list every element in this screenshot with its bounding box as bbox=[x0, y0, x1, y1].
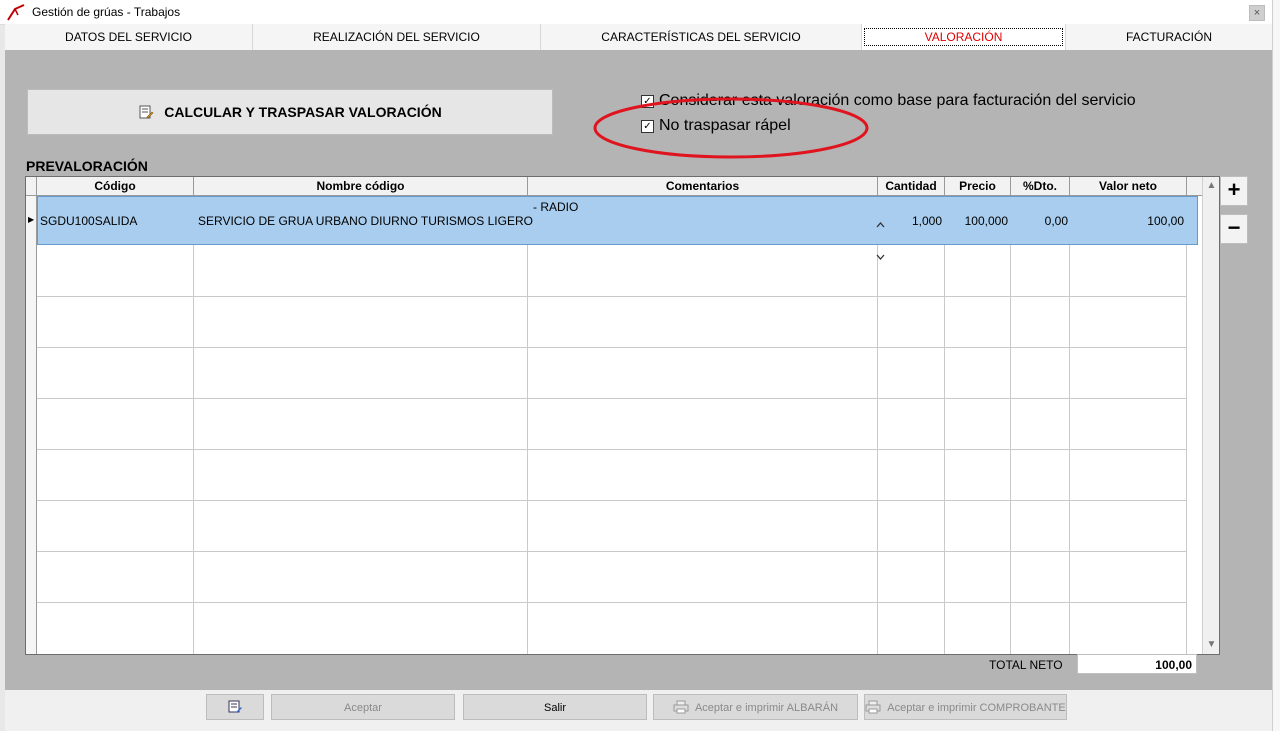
column-header-codigo[interactable]: Código bbox=[37, 177, 194, 196]
remove-row-button[interactable]: − bbox=[1220, 214, 1248, 244]
cell-codigo[interactable]: SGDU100SALIDA bbox=[40, 214, 137, 228]
total-neto-label: TOTAL NETO bbox=[989, 658, 1063, 672]
salir-button[interactable]: Salir bbox=[463, 694, 647, 720]
cell-cantidad[interactable]: 1,000 bbox=[879, 214, 942, 228]
printer-icon bbox=[673, 700, 689, 714]
grid-corner bbox=[26, 177, 37, 196]
total-neto-value: 100,00 bbox=[1077, 654, 1197, 674]
column-header-precio[interactable]: Precio bbox=[945, 177, 1011, 196]
tab-facturacion[interactable]: FACTURACIÓN bbox=[1066, 24, 1272, 50]
column-header-dto[interactable]: %Dto. bbox=[1011, 177, 1070, 196]
printer-icon bbox=[865, 700, 881, 714]
cell-valor-neto[interactable]: 100,00 bbox=[1070, 214, 1184, 228]
column-header-filler bbox=[1187, 177, 1202, 196]
prevaloracion-grid[interactable]: Código Nombre código Comentarios Cantida… bbox=[25, 176, 1220, 655]
edit-document-icon bbox=[228, 700, 242, 713]
scroll-down-icon[interactable]: ▼ bbox=[1203, 636, 1219, 653]
crane-app-icon bbox=[7, 4, 25, 21]
cell-nombre[interactable]: SERVICIO DE GRUA URBANO DIURNO TURISMOS … bbox=[198, 214, 533, 228]
tab-realizacion-servicio[interactable]: REALIZACIÓN DEL SERVICIO bbox=[253, 24, 541, 50]
window-title: Gestión de grúas - Trabajos bbox=[32, 5, 181, 19]
tab-label: DATOS DEL SERVICIO bbox=[65, 30, 192, 44]
column-header-cantidad[interactable]: Cantidad bbox=[878, 177, 945, 196]
scroll-up-icon[interactable]: ▲ bbox=[1203, 177, 1219, 194]
close-button[interactable]: × bbox=[1249, 5, 1265, 21]
row-indicator-column bbox=[26, 196, 37, 654]
calculate-transfer-button[interactable]: CALCULAR Y TRASPASAR VALORACIÓN bbox=[27, 89, 553, 135]
aceptar-imprimir-comprobante-label: Aceptar e imprimir COMPROBANTE bbox=[887, 702, 1066, 714]
calculate-transfer-label: CALCULAR Y TRASPASAR VALORACIÓN bbox=[164, 104, 442, 120]
column-header-comentarios[interactable]: Comentarios bbox=[528, 177, 878, 196]
tab-label: FACTURACIÓN bbox=[1125, 30, 1212, 44]
edit-document-icon bbox=[139, 105, 154, 119]
tab-label: VALORACIÓN bbox=[863, 28, 1064, 46]
aceptar-imprimir-comprobante-button[interactable]: Aceptar e imprimir COMPROBANTE bbox=[864, 694, 1067, 720]
current-row-marker-icon: ▶ bbox=[28, 215, 35, 224]
cell-precio[interactable]: 100,000 bbox=[945, 214, 1008, 228]
edit-notes-button[interactable] bbox=[206, 694, 264, 720]
annotation-oval bbox=[593, 97, 869, 159]
background-window-edge-right bbox=[1272, 0, 1280, 731]
tab-bar: DATOS DEL SERVICIO REALIZACIÓN DEL SERVI… bbox=[5, 24, 1272, 51]
table-row[interactable]: SGDU100SALIDA SERVICIO DE GRUA URBANO DI… bbox=[37, 196, 1198, 260]
tab-datos-servicio[interactable]: DATOS DEL SERVICIO bbox=[5, 24, 253, 50]
tab-valoracion[interactable]: VALORACIÓN bbox=[862, 24, 1066, 50]
prevaloracion-title: PREVALORACIÓN bbox=[26, 158, 148, 174]
aceptar-imprimir-albaran-label: Aceptar e imprimir ALBARÁN bbox=[694, 702, 839, 714]
cell-dto[interactable]: 0,00 bbox=[1011, 214, 1068, 228]
tab-caracteristicas-servicio[interactable]: CARACTERÍSTICAS DEL SERVICIO bbox=[541, 24, 862, 50]
add-row-button[interactable]: + bbox=[1220, 176, 1248, 206]
aceptar-imprimir-albaran-button[interactable]: Aceptar e imprimir ALBARÁN bbox=[653, 694, 858, 720]
grid-vertical-scrollbar[interactable]: ▲ ▼ bbox=[1202, 177, 1219, 654]
tab-label: REALIZACIÓN DEL SERVICIO bbox=[313, 30, 480, 44]
cell-comentarios[interactable]: - RADIO bbox=[533, 200, 578, 214]
aceptar-button[interactable]: Aceptar bbox=[271, 694, 455, 720]
column-header-nombre[interactable]: Nombre código bbox=[194, 177, 528, 196]
title-bar bbox=[0, 0, 1272, 25]
tab-label: CARACTERÍSTICAS DEL SERVICIO bbox=[601, 30, 801, 44]
column-header-valor-neto[interactable]: Valor neto bbox=[1070, 177, 1187, 196]
